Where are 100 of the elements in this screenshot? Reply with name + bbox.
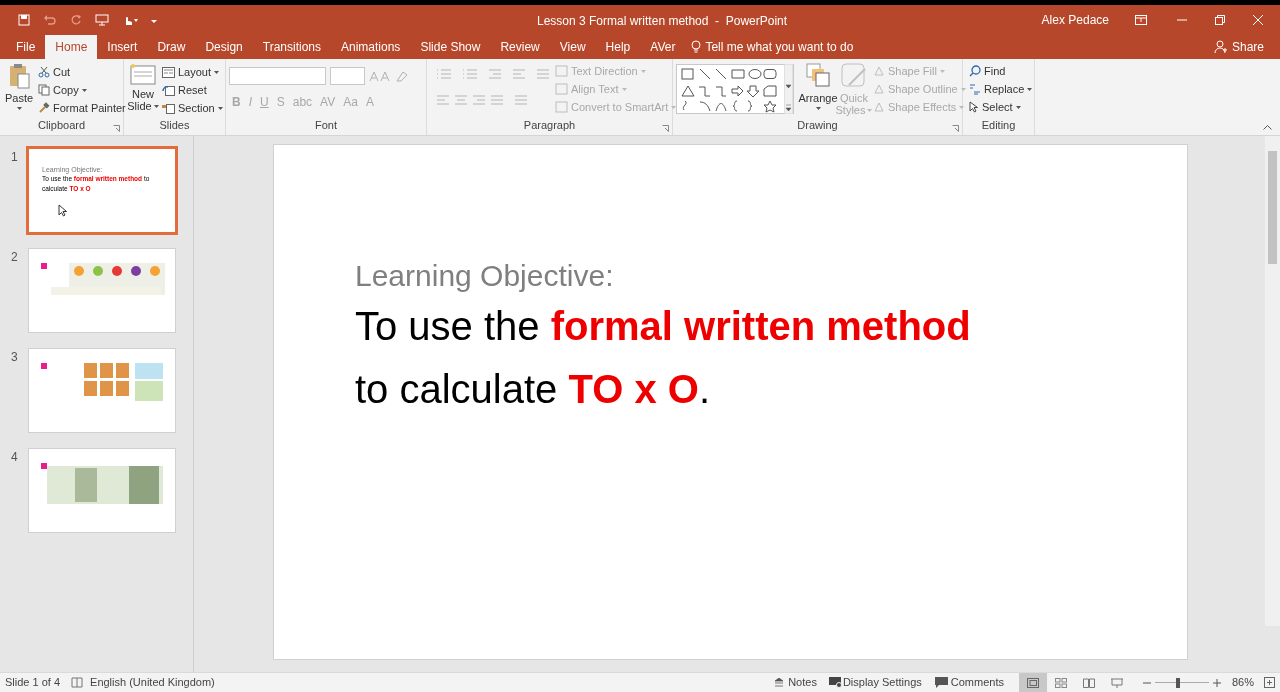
ribbon-tab[interactable]: View bbox=[549, 35, 596, 59]
close-icon[interactable] bbox=[1253, 15, 1263, 25]
zoom-slider-thumb[interactable] bbox=[1175, 677, 1180, 688]
search-icon bbox=[969, 65, 981, 77]
shape-format-icon bbox=[873, 101, 885, 113]
window-title: Lesson 3 Formal written method - PowerPoint bbox=[537, 13, 788, 30]
reset-icon bbox=[162, 84, 175, 96]
undo-icon[interactable] bbox=[43, 14, 57, 26]
paintbrush-icon bbox=[38, 102, 50, 114]
shape-format-icon bbox=[873, 83, 885, 95]
show-view-icon bbox=[1109, 676, 1124, 689]
sorter-view-icon bbox=[1053, 676, 1068, 689]
shapes-gallery[interactable] bbox=[676, 64, 794, 114]
ribbon-tab[interactable]: AVer bbox=[640, 35, 686, 59]
quick-styles-icon bbox=[841, 63, 867, 89]
caret-icon bbox=[81, 88, 87, 92]
dialog-launcher-icon[interactable] bbox=[662, 125, 669, 132]
lightbulb-icon bbox=[691, 40, 702, 54]
ribbon-tab[interactable]: Design bbox=[195, 35, 253, 59]
replace-button[interactable]: Replace bbox=[969, 80, 1033, 98]
ribbon-tab[interactable]: Help bbox=[595, 35, 641, 59]
layout-icon bbox=[162, 66, 175, 78]
slide-number: 4 bbox=[10, 449, 19, 466]
find-button[interactable]: Find bbox=[969, 62, 1033, 80]
ribbon-tab[interactable]: Home bbox=[45, 35, 98, 59]
caret-icon bbox=[959, 105, 965, 109]
cut-button[interactable]: Cut bbox=[38, 63, 126, 81]
caret-icon bbox=[1015, 105, 1021, 109]
format-painter-button[interactable]: Format Painter bbox=[38, 99, 126, 117]
user-name: Alex Pedace bbox=[1041, 12, 1109, 29]
paste-button[interactable]: Paste bbox=[4, 63, 34, 110]
zoom-in-icon[interactable] bbox=[1212, 678, 1221, 687]
scissors-icon bbox=[38, 66, 50, 78]
person-add-icon bbox=[1213, 40, 1228, 54]
arrange-icon bbox=[806, 63, 830, 87]
slide-body-text: To use the formal written method to calculate TO x O. bbox=[355, 303, 972, 413]
group-label: Slides bbox=[158, 117, 191, 133]
zoom-slider[interactable] bbox=[1154, 677, 1209, 688]
customize-icon[interactable] bbox=[151, 17, 157, 23]
cursor-icon bbox=[969, 101, 979, 113]
clear-formatting-icon[interactable] bbox=[395, 70, 409, 82]
paragraph-option-icon bbox=[555, 101, 568, 113]
dialog-launcher-icon[interactable] bbox=[113, 125, 120, 132]
restore-icon[interactable] bbox=[1215, 15, 1225, 25]
ribbon-tab[interactable]: Transitions bbox=[252, 35, 331, 59]
caret-icon bbox=[217, 106, 223, 110]
spelling-icon[interactable] bbox=[71, 677, 84, 688]
font-size-field[interactable] bbox=[330, 67, 365, 85]
tell-me-field[interactable]: Tell me what you want to do bbox=[691, 35, 854, 59]
gallery-scroll-icon[interactable] bbox=[784, 64, 793, 114]
ribbon-display-icon[interactable] bbox=[1135, 15, 1147, 25]
vertical-scrollbar[interactable] bbox=[1265, 136, 1280, 626]
notes-button[interactable]: Notes bbox=[774, 674, 817, 691]
slide-thumbnail[interactable] bbox=[28, 348, 176, 433]
slide-number: 1 bbox=[10, 149, 19, 166]
slide-thumbnail[interactable] bbox=[28, 248, 176, 333]
display-settings-button[interactable]: Display Settings bbox=[828, 674, 922, 691]
reset-button[interactable]: Reset bbox=[162, 81, 223, 99]
zoom-level[interactable]: 86% bbox=[1231, 674, 1254, 691]
scrollbar-thumb[interactable] bbox=[1268, 151, 1277, 264]
arrange-button[interactable]: Arrange bbox=[799, 63, 837, 110]
ribbon-tab[interactable]: Slide Show bbox=[410, 35, 491, 59]
copy-button[interactable]: Copy bbox=[38, 81, 126, 99]
monitor-icon bbox=[828, 677, 842, 688]
ribbon-tab[interactable]: Animations bbox=[331, 35, 411, 59]
slide-number: 2 bbox=[10, 249, 19, 266]
font-name-field[interactable] bbox=[229, 67, 326, 85]
caret-icon bbox=[671, 105, 677, 109]
paragraph-option-icon bbox=[555, 83, 568, 95]
speech-bubble-icon bbox=[934, 677, 948, 688]
section-button[interactable]: Section bbox=[162, 99, 223, 117]
fit-to-window-icon[interactable] bbox=[1264, 677, 1275, 688]
language-label[interactable]: English (United Kingdom) bbox=[90, 674, 215, 691]
ribbon-tab[interactable]: Draw bbox=[147, 35, 196, 59]
layout-button[interactable]: Layout bbox=[162, 63, 223, 81]
grow-font-icon[interactable] bbox=[369, 70, 391, 82]
group-label: Editing bbox=[980, 117, 1017, 133]
save-icon[interactable] bbox=[18, 14, 30, 26]
caret-icon bbox=[960, 87, 966, 91]
caret-icon bbox=[867, 108, 873, 112]
clipboard-icon bbox=[8, 63, 30, 89]
ribbon-tab[interactable]: Insert bbox=[97, 35, 148, 59]
slide-thumbnail[interactable] bbox=[28, 448, 176, 533]
redo-icon[interactable] bbox=[70, 14, 82, 26]
slide-heading: Learning Objective: bbox=[355, 258, 614, 294]
reading-view-icon bbox=[1081, 676, 1096, 689]
caret-icon bbox=[153, 104, 159, 108]
dialog-launcher-icon[interactable] bbox=[952, 125, 959, 132]
ribbon-tab[interactable]: File bbox=[6, 35, 46, 59]
ribbon-tab[interactable]: Review bbox=[490, 35, 550, 59]
presentation-icon[interactable] bbox=[95, 14, 109, 26]
caret-icon bbox=[815, 107, 821, 110]
share-button[interactable]: Share bbox=[1213, 35, 1264, 59]
collapse-ribbon-icon[interactable] bbox=[1263, 124, 1272, 130]
select-button[interactable]: Select bbox=[969, 98, 1033, 116]
view-button[interactable] bbox=[1018, 673, 1047, 692]
caret-icon bbox=[640, 69, 646, 73]
new-slide-button[interactable]: New Slide bbox=[128, 63, 158, 112]
group-label: Paragraph bbox=[522, 117, 577, 133]
comments-button[interactable]: Comments bbox=[934, 674, 1004, 691]
